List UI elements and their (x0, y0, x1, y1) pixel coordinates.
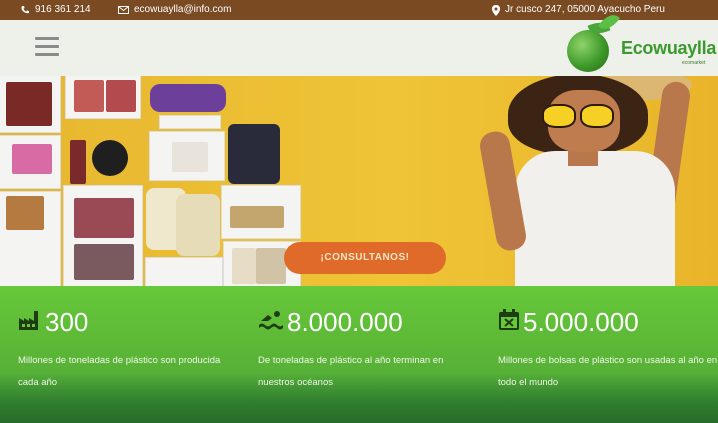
swimmer-wave-icon (258, 309, 284, 336)
email-address: ecowuaylla@info.com (134, 4, 232, 15)
hero-banner: ¡CONSULTANOS! (0, 76, 718, 286)
street-address: Jr cusco 247, 05000 Ayacucho Peru (505, 4, 665, 15)
map-pin-icon (492, 4, 500, 16)
shelf-unit-image (0, 76, 300, 286)
stat-description: Millones de bolsas de plástico son usada… (498, 355, 718, 388)
phone-contact[interactable]: 916 361 214 (20, 0, 91, 20)
envelope-icon (118, 6, 129, 14)
logo-subtitle: ecomarket (682, 60, 706, 66)
stat-description: De toneladas de plástico al año terminan… (258, 355, 444, 388)
logo-text: Ecowuaylla (621, 38, 717, 58)
stat-plastic-produced: 300 Millones de toneladas de plástico so… (18, 306, 238, 394)
stats-section: 300 Millones de toneladas de plástico so… (0, 286, 718, 423)
email-contact[interactable]: ecowuaylla@info.com (118, 0, 231, 20)
stat-value: 8.000.000 (287, 307, 403, 337)
site-header: Ecowuaylla ecomarket (0, 10, 718, 76)
stat-value: 300 (45, 307, 89, 337)
stat-plastic-bags: 5.000.000 Millones de bolsas de plástico… (498, 306, 718, 394)
contact-us-button[interactable]: ¡CONSULTANOS! (284, 242, 446, 274)
phone-number: 916 361 214 (35, 4, 91, 15)
calendar-x-icon (498, 308, 520, 336)
hamburger-menu-icon[interactable] (35, 37, 59, 57)
factory-icon (18, 309, 42, 336)
globe-icon (567, 10, 621, 72)
phone-icon (20, 5, 30, 15)
stat-description: Millones de toneladas de plástico son pr… (18, 355, 221, 388)
stat-value: 5.000.000 (523, 307, 639, 337)
stat-ocean-plastic: 8.000.000 De toneladas de plástico al añ… (258, 306, 478, 394)
address-contact[interactable]: Jr cusco 247, 05000 Ayacucho Peru (492, 0, 665, 20)
site-logo[interactable]: Ecowuaylla ecomarket (565, 10, 717, 74)
